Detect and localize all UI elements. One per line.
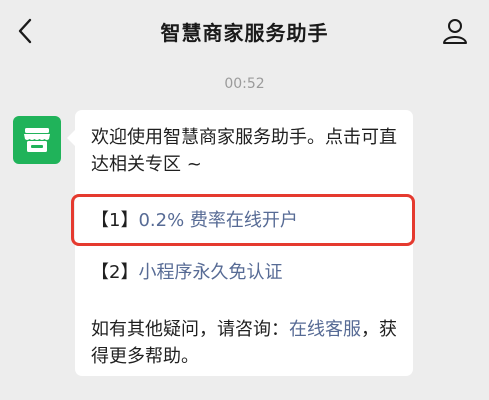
menu-item-1[interactable]: 【1】0.2% 费率在线开户 — [91, 208, 298, 234]
message-bubble: 欢迎使用智慧商家服务助手。点击可直达相关专区 ~ 【1】0.2% 费率在线开户 … — [67, 110, 415, 376]
online-service-link[interactable]: 在线客服 — [289, 319, 361, 340]
message-footer: 如有其他疑问，请咨询：在线客服，获得更多帮助。 — [91, 316, 403, 370]
chat-title: 智慧商家服务助手 — [160, 20, 329, 45]
chat-header: 智慧商家服务助手 — [0, 0, 489, 62]
store-icon — [24, 128, 50, 152]
menu-item-2[interactable]: 【2】小程序永久免认证 — [91, 260, 282, 286]
message-intro: 欢迎使用智慧商家服务助手。点击可直达相关专区 ~ — [91, 127, 397, 175]
menu-item-number: 【1】 — [91, 210, 139, 231]
user-icon — [443, 19, 467, 44]
avatar[interactable] — [13, 116, 61, 164]
back-button[interactable] — [10, 14, 40, 48]
menu-link-open-account[interactable]: 0.2% 费率在线开户 — [138, 210, 297, 231]
chat-info-button[interactable] — [439, 14, 471, 48]
menu-item-number: 【2】 — [91, 262, 139, 283]
chevron-left-icon — [18, 18, 32, 44]
menu-link-mini-program[interactable]: 小程序永久免认证 — [138, 262, 282, 283]
message-timestamp: 00:52 — [224, 76, 265, 92]
chat-screen: 智慧商家服务助手 00:52 欢迎使用智慧商家服务助手。点击可直达相关专区 ~ … — [0, 0, 489, 400]
footer-prefix: 如有其他疑问，请咨询： — [91, 319, 289, 340]
